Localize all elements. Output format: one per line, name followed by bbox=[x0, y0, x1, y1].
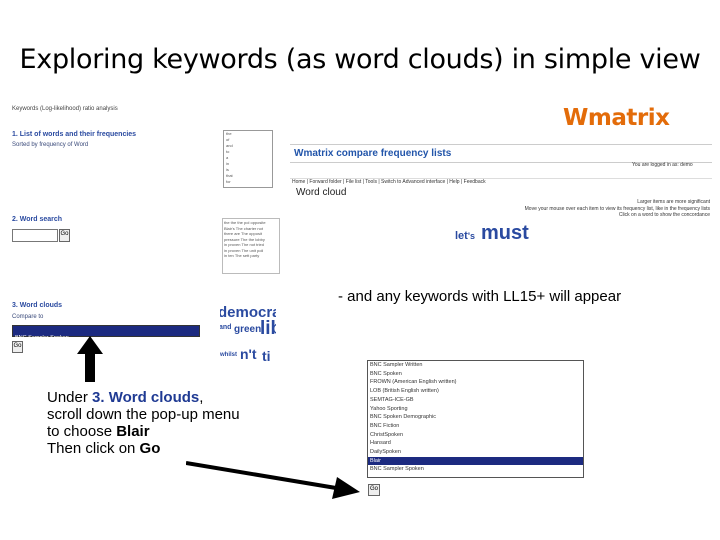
wmatrix-header-bar: Wmatrix compare frequency lists bbox=[290, 144, 712, 163]
word-cloud-notes: Larger items are more significant Move y… bbox=[520, 199, 710, 219]
concordance-snippet: the the the pol opposite Blair's The cha… bbox=[222, 218, 280, 274]
dropdown-option[interactable]: BNC Spoken Demographic bbox=[368, 413, 583, 422]
corpus-select[interactable]: BNC Sampler Spoken bbox=[12, 325, 200, 341]
cloud-word[interactable]: n't bbox=[240, 346, 257, 362]
dropdown-option[interactable]: Hansard bbox=[368, 439, 583, 448]
frequency-list[interactable]: the of and to a in is that for bbox=[223, 130, 273, 188]
cloud-word[interactable]: 's bbox=[468, 231, 475, 241]
cloud-word[interactable]: let bbox=[455, 230, 468, 242]
panel-header-line: Keywords (Log-likelihood) ratio analysis bbox=[12, 106, 118, 112]
dropdown-option[interactable]: DailySpoken bbox=[368, 448, 583, 457]
concordance-line: in ten The sett party bbox=[224, 253, 260, 258]
dropdown-option[interactable]: BNC Sampler Spoken bbox=[368, 465, 583, 474]
search-go-button[interactable]: Go bbox=[59, 229, 70, 242]
section3-title[interactable]: 3. Word clouds bbox=[12, 302, 62, 309]
dropdown-option[interactable]: BNC Fiction bbox=[368, 422, 583, 431]
logged-in-status: You are logged in as: demo bbox=[632, 162, 693, 168]
instruction-caption: Under 3. Word clouds, scroll down the po… bbox=[47, 389, 240, 457]
word-search-input[interactable] bbox=[12, 229, 58, 242]
list-item[interactable]: for bbox=[224, 179, 272, 185]
slide-title: Exploring keywords (as word clouds) in s… bbox=[19, 44, 701, 75]
dropdown-option[interactable]: BNC Sampler Written bbox=[368, 361, 583, 370]
dropdown-option-selected[interactable]: Blair bbox=[368, 456, 583, 466]
dropdown-option[interactable]: Yahoo Sporting bbox=[368, 405, 583, 414]
section1-sort: Sorted by frequency of Word bbox=[12, 142, 89, 148]
caption-line: to choose Blair bbox=[47, 423, 150, 440]
pointer-arrow-icon bbox=[186, 461, 360, 499]
cloud-word[interactable]: ti bbox=[262, 348, 271, 364]
dropdown-option[interactable]: ChristSpoken bbox=[368, 431, 583, 440]
ll-keyword-note: - and any keywords with LL15+ will appea… bbox=[338, 288, 622, 305]
wordcloud-go-button[interactable]: Go bbox=[12, 341, 23, 353]
dropdown-option[interactable]: BNC Spoken bbox=[368, 370, 583, 379]
dropdown-go-button[interactable]: Go bbox=[368, 484, 380, 496]
cloud-word[interactable]: green bbox=[234, 324, 261, 335]
section1-title[interactable]: 1. List of words and their frequencies bbox=[12, 131, 136, 138]
note-line: Click on a word to show the concordance bbox=[618, 212, 710, 218]
cloud-word[interactable]: and bbox=[220, 324, 231, 331]
dropdown-option[interactable]: LOB (British English written) bbox=[368, 387, 583, 396]
cloud-word[interactable]: must bbox=[481, 222, 529, 244]
word-cloud: let's must bbox=[455, 222, 529, 246]
cloud-word[interactable]: lib bbox=[260, 318, 276, 340]
wmatrix-logo: Wmatrix bbox=[563, 105, 670, 131]
caption-highlight: 3. Word clouds bbox=[92, 389, 200, 406]
cloud-word[interactable]: whilst bbox=[220, 352, 237, 358]
wmatrix-nav-links[interactable]: Home | Forward folder | File list | Tool… bbox=[290, 179, 486, 185]
up-arrow-icon bbox=[77, 336, 103, 382]
caption-line: scroll down the pop-up menu bbox=[47, 406, 240, 423]
corpus-dropdown-list[interactable]: BNC Sampler Written BNC Spoken FROWN (Am… bbox=[367, 360, 584, 478]
caption-line: Under 3. Word clouds, bbox=[47, 389, 204, 406]
word-cloud-heading: Word cloud bbox=[296, 187, 347, 198]
dropdown-option[interactable]: FROWN (American English written) bbox=[368, 378, 583, 387]
wmatrix-nav[interactable]: Home | Forward folder | File list | Tool… bbox=[290, 170, 712, 185]
wmatrix-header: Wmatrix compare frequency lists bbox=[294, 148, 452, 159]
section2-title[interactable]: 2. Word search bbox=[12, 216, 62, 223]
section3-compare-label: Compare to bbox=[12, 314, 44, 320]
dropdown-option[interactable]: SEMTAG-ICE-GB bbox=[368, 396, 583, 405]
word-cloud-fragment: democrat and green lib whilst n't ti bbox=[220, 302, 276, 384]
